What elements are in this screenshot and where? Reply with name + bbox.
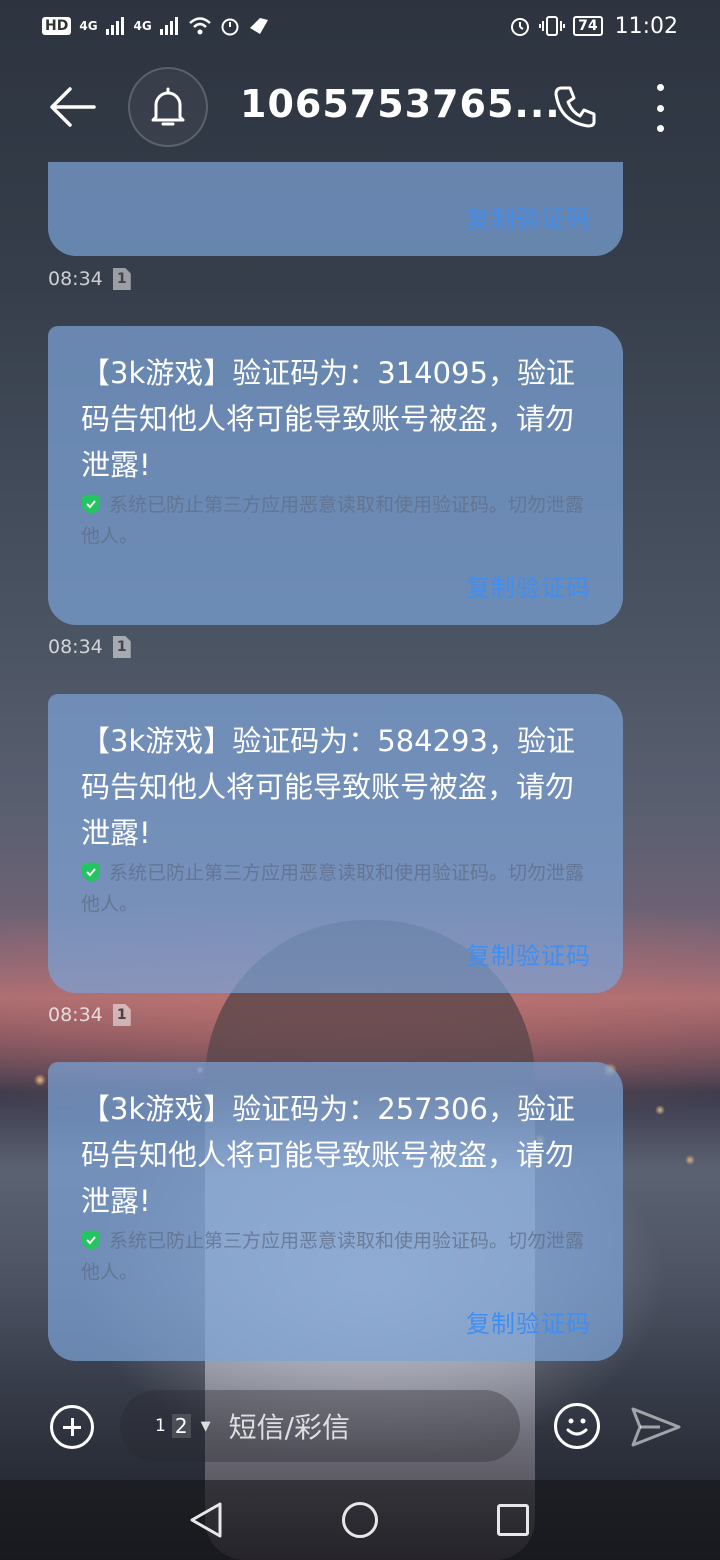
signal-4g-label-2: 4G xyxy=(133,19,152,33)
sim-selector-top: 1 xyxy=(155,1416,166,1436)
security-note-text: 系统已防止第三方应用恶意读取和使用验证码。切勿泄露他人。 xyxy=(81,862,585,915)
signal-bars-icon xyxy=(105,17,124,35)
security-note-text: 系统已防止第三方应用恶意读取和使用验证码。切勿泄露他人。 xyxy=(81,1230,585,1283)
message-text: 【3k游戏】验证码为：584293，验证码告知他人将可能导致账号被盗，请勿泄露! xyxy=(81,724,575,850)
copy-code-button[interactable]: 复制验证码 xyxy=(466,199,591,234)
security-note-text: 系统已防止第三方应用恶意读取和使用验证码。切勿泄露他人。 xyxy=(81,494,585,547)
send-icon[interactable] xyxy=(630,1405,682,1449)
timer-icon xyxy=(221,18,239,36)
message-input[interactable]: 12 ▼ 短信/彩信 xyxy=(120,1390,520,1462)
timestamp-text: 08:34 xyxy=(48,268,103,290)
message-composer: 12 ▼ 短信/彩信 xyxy=(0,1385,720,1475)
wifi-icon xyxy=(188,17,211,35)
vibrate-icon xyxy=(539,16,566,36)
message-timestamp: 08:34 1 xyxy=(48,636,131,658)
sim-card-icon: 1 xyxy=(112,268,131,290)
back-arrow-icon[interactable] xyxy=(48,84,96,130)
battery-indicator: 74 xyxy=(573,16,603,36)
message-text: 【3k游戏】验证码为：314095，验证码告知他人将可能导致账号被盗，请勿泄露! xyxy=(81,356,575,482)
alarm-icon xyxy=(511,18,530,36)
status-bar: HD 4G 4G 74 11:02 xyxy=(0,0,720,52)
app-notification-icon xyxy=(249,18,268,34)
status-time: 11:02 xyxy=(614,13,678,39)
emoji-icon[interactable] xyxy=(554,1403,600,1449)
nav-home-icon[interactable] xyxy=(342,1502,378,1538)
signal-bars-icon xyxy=(159,17,178,35)
shield-check-icon xyxy=(82,494,100,514)
message-timestamp: 08:34 1 xyxy=(48,1004,131,1026)
security-note: 系统已防止第三方应用恶意读取和使用验证码。切勿泄露他人。 xyxy=(81,1226,593,1288)
status-left: HD 4G 4G xyxy=(42,16,270,36)
timestamp-text: 08:34 xyxy=(48,636,103,658)
phone-call-icon[interactable] xyxy=(552,82,600,130)
copy-code-button[interactable]: 复制验证码 xyxy=(466,568,591,603)
more-dot xyxy=(656,125,664,132)
shield-check-icon xyxy=(82,1230,100,1250)
hd-badge: HD xyxy=(42,17,72,35)
shield-check-icon xyxy=(82,862,100,882)
message-input-placeholder: 短信/彩信 xyxy=(228,1411,350,1444)
message-bubble[interactable]: 【3k游戏】验证码为：257306，验证码告知他人将可能导致账号被盗，请勿泄露!… xyxy=(48,1062,623,1361)
chevron-down-icon: ▼ xyxy=(200,1418,211,1434)
message-bubble[interactable]: 复制验证码 xyxy=(48,162,623,256)
message-bubble[interactable]: 【3k游戏】验证码为：584293，验证码告知他人将可能导致账号被盗，请勿泄露!… xyxy=(48,694,623,993)
conversation-header: 1065753765... xyxy=(0,62,720,152)
message-timestamp: 08:34 1 xyxy=(48,268,131,290)
add-attachment-icon[interactable] xyxy=(50,1405,94,1449)
system-nav-bar xyxy=(0,1480,720,1560)
bell-icon xyxy=(151,87,185,126)
more-dot xyxy=(656,104,664,112)
sim-selector-bottom: 2 xyxy=(171,1414,191,1438)
sim-card-icon: 1 xyxy=(112,636,131,658)
sim-card-icon: 1 xyxy=(112,1004,131,1026)
message-list[interactable]: 复制验证码 08:34 1 【3k游戏】验证码为：314095，验证码告知他人将… xyxy=(0,162,720,1380)
more-dot xyxy=(656,84,664,91)
nav-recents-icon[interactable] xyxy=(497,1504,529,1536)
nav-back-icon[interactable] xyxy=(188,1500,224,1540)
signal-4g-label: 4G xyxy=(79,19,98,33)
copy-code-button[interactable]: 复制验证码 xyxy=(466,936,591,971)
message-bubble[interactable]: 【3k游戏】验证码为：314095，验证码告知他人将可能导致账号被盗，请勿泄露!… xyxy=(48,326,623,625)
more-options-icon[interactable] xyxy=(648,84,672,132)
status-right: 74 11:02 xyxy=(509,14,678,39)
sim-selector[interactable]: 12 ▼ xyxy=(155,1414,211,1438)
smiley-face-icon xyxy=(566,1418,588,1436)
contact-title: 1065753765... xyxy=(240,82,561,126)
notification-toggle-button[interactable] xyxy=(128,67,208,147)
timestamp-text: 08:34 xyxy=(48,1004,103,1026)
copy-code-button[interactable]: 复制验证码 xyxy=(466,1304,591,1339)
security-note: 系统已防止第三方应用恶意读取和使用验证码。切勿泄露他人。 xyxy=(81,858,593,920)
security-note: 系统已防止第三方应用恶意读取和使用验证码。切勿泄露他人。 xyxy=(81,490,593,552)
message-text: 【3k游戏】验证码为：257306，验证码告知他人将可能导致账号被盗，请勿泄露! xyxy=(81,1092,575,1218)
